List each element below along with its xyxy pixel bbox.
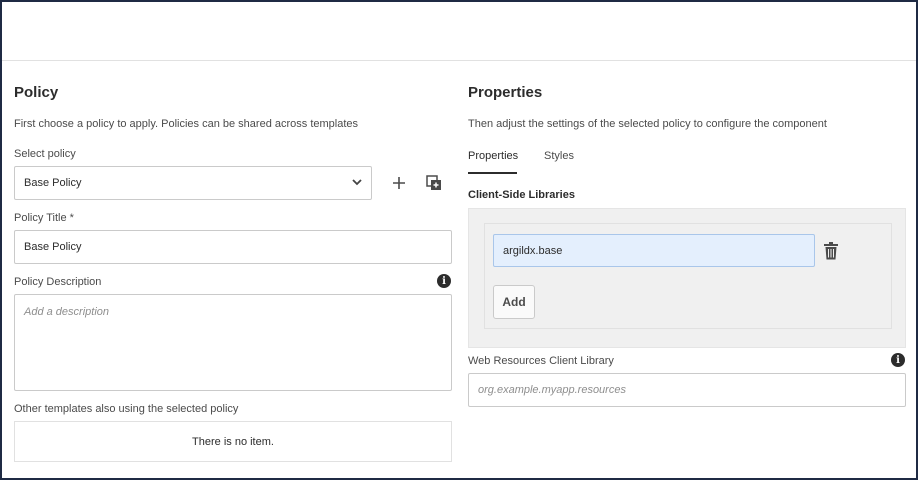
- client-lib-value: argildx.base: [503, 244, 563, 257]
- client-libs-panel: argildx.base Add: [468, 208, 906, 348]
- select-policy-value: Base Policy: [24, 177, 82, 189]
- add-client-lib-button[interactable]: Add: [493, 285, 535, 319]
- policy-heading: Policy: [14, 84, 59, 101]
- chevron-down-icon: [352, 177, 362, 189]
- client-lib-input[interactable]: argildx.base: [493, 234, 815, 267]
- info-icon[interactable]: i: [891, 353, 905, 367]
- policy-description-textarea[interactable]: Add a description: [14, 294, 452, 391]
- tab-styles[interactable]: Styles: [544, 150, 574, 174]
- info-icon[interactable]: i: [437, 274, 451, 288]
- client-libs-multifield: argildx.base Add: [484, 223, 892, 329]
- plus-icon[interactable]: [388, 172, 410, 194]
- tab-properties[interactable]: Properties: [468, 150, 518, 174]
- web-resources-label: Web Resources Client Library: [468, 355, 614, 367]
- policy-dialog: Policy First choose a policy to apply. P…: [0, 0, 918, 480]
- client-libs-title: Client-Side Libraries: [468, 189, 575, 201]
- other-templates-list: There is no item.: [14, 421, 452, 462]
- policy-title-value: Base Policy: [24, 241, 82, 253]
- policy-subtitle: First choose a policy to apply. Policies…: [14, 118, 359, 130]
- properties-heading: Properties: [468, 84, 543, 101]
- policy-description-label: Policy Description: [14, 276, 102, 288]
- web-resources-input[interactable]: org.example.myapp.resources: [468, 373, 906, 407]
- properties-subtitle: Then adjust the settings of the selected…: [468, 118, 827, 130]
- dialog-header: [2, 2, 916, 61]
- policy-title-input[interactable]: Base Policy: [14, 230, 452, 264]
- duplicate-icon[interactable]: [423, 172, 445, 194]
- select-policy-dropdown[interactable]: Base Policy: [14, 166, 372, 200]
- empty-list-text: There is no item.: [192, 435, 274, 448]
- policy-title-label: Policy Title *: [14, 212, 74, 224]
- trash-icon[interactable]: [823, 242, 839, 260]
- select-policy-label: Select policy: [14, 148, 76, 160]
- description-placeholder: Add a description: [24, 306, 109, 318]
- other-templates-label: Other templates also using the selected …: [14, 403, 239, 415]
- web-resources-placeholder: org.example.myapp.resources: [478, 384, 626, 396]
